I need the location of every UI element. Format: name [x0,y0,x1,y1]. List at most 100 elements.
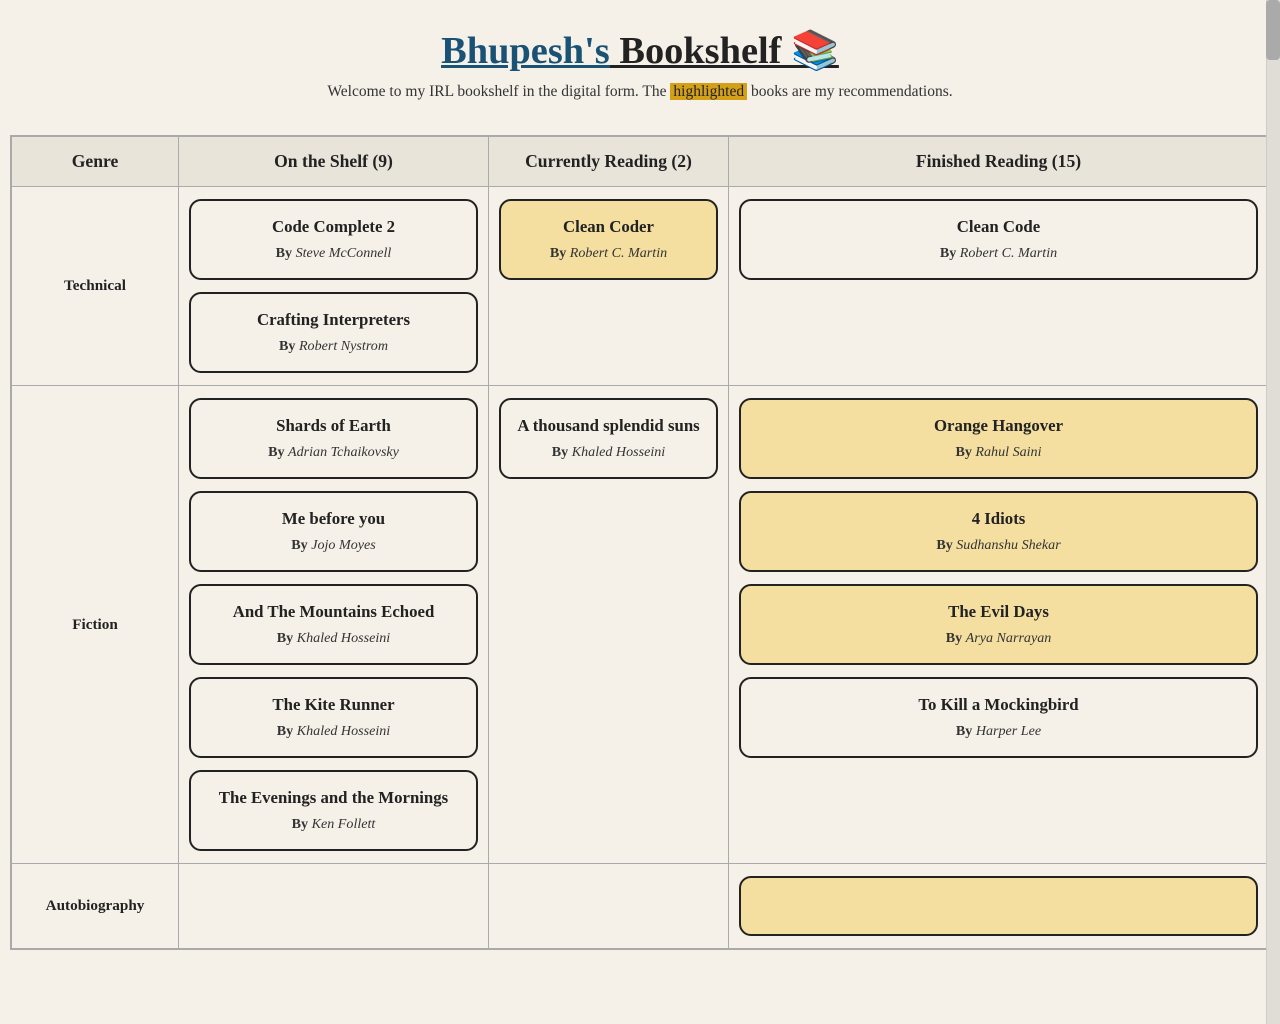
book-card: Me before you By Jojo Moyes [189,491,478,572]
current-cell [489,864,729,949]
scrollbar-track[interactable] [1266,0,1280,950]
book-author: By Jojo Moyes [205,537,462,554]
author-name: Adrian Tchaikovsky [288,444,399,460]
book-card: Code Complete 2 By Steve McConnell [189,199,478,280]
book-title: To Kill a Mockingbird [755,695,1242,715]
book-author: By Harper Lee [755,723,1242,740]
book-title: The Evenings and the Mornings [205,788,462,808]
book-card: Clean Coder By Robert C. Martin [499,199,718,280]
bookshelf-table: Genre On the Shelf (9) Currently Reading… [11,136,1269,949]
author-name: Khaled Hosseini [297,723,390,739]
book-title: The Evil Days [755,602,1242,622]
by-label: By [279,338,299,354]
author-name: Khaled Hosseini [572,444,665,460]
book-author: By Khaled Hosseini [515,444,702,461]
author-name: Sudhanshu Shekar [956,537,1060,553]
book-title: Crafting Interpreters [205,310,462,330]
book-card: The Evenings and the Mornings By Ken Foll… [189,770,478,851]
book-title: Clean Code [755,217,1242,237]
shelf-cell [179,864,489,949]
book-author: By Khaled Hosseini [205,630,462,647]
by-label: By [550,245,570,261]
book-card: Shards of Earth By Adrian Tchaikovsky [189,398,478,479]
author-name: Harper Lee [976,723,1041,739]
book-author: By Robert C. Martin [515,245,702,262]
subtitle-before: Welcome to my IRL bookshelf in the digit… [327,83,670,100]
book-card: A thousand splendid suns By Khaled Hossei… [499,398,718,479]
book-author: By Ken Follett [205,816,462,833]
book-author: By Sudhanshu Shekar [755,537,1242,554]
book-title: Clean Coder [515,217,702,237]
book-author: By Adrian Tchaikovsky [205,444,462,461]
by-label: By [956,723,976,739]
author-name: Robert Nystrom [299,338,388,354]
subtitle-after: books are my recommendations. [747,83,953,100]
genre-cell: Technical [12,187,179,386]
by-label: By [955,444,975,460]
book-card: Clean Code By Robert C. Martin [739,199,1258,280]
by-label: By [940,245,960,261]
bookshelf-table-wrapper: Genre On the Shelf (9) Currently Reading… [10,135,1270,950]
book-title: Code Complete 2 [205,217,462,237]
genre-cell: Autobiography [12,864,179,949]
book-card: Orange Hangover By Rahul Saini [739,398,1258,479]
page-title: Bhupesh's Bookshelf 📚 [0,28,1280,73]
subtitle-highlight: highlighted [670,83,747,100]
finished-cell: Orange Hangover By Rahul Saini 4 Idiots By … [729,386,1269,864]
finished-cell [729,864,1269,949]
col-header-genre: Genre [12,137,179,187]
by-label: By [292,816,312,832]
book-title: Shards of Earth [205,416,462,436]
book-author: By Steve McConnell [205,245,462,262]
book-title: The Kite Runner [205,695,462,715]
table-row: Technical Code Complete 2 By Steve McConne… [12,187,1269,386]
book-author: By Khaled Hosseini [205,723,462,740]
book-card: To Kill a Mockingbird By Harper Lee [739,677,1258,758]
by-label: By [936,537,956,553]
current-cell: Clean Coder By Robert C. Martin [489,187,729,386]
book-card: The Evil Days By Arya Narrayan [739,584,1258,665]
subtitle: Welcome to my IRL bookshelf in the digit… [0,83,1280,101]
book-author: By Robert C. Martin [755,245,1242,262]
genre-cell: Fiction [12,386,179,864]
author-name: Robert C. Martin [960,245,1057,261]
by-label: By [291,537,311,553]
author-name: Jojo Moyes [311,537,376,553]
title-name: Bhupesh's [441,30,610,72]
book-author: By Arya Narrayan [755,630,1242,647]
scrollbar-thumb[interactable] [1266,0,1280,60]
author-name: Khaled Hosseini [297,630,390,646]
book-author: By Rahul Saini [755,444,1242,461]
book-title: 4 Idiots [755,509,1242,529]
book-title: And The Mountains Echoed [205,602,462,622]
col-header-finished: Finished Reading (15) [729,137,1269,187]
table-row: Fiction Shards of Earth By Adrian Tchaikov… [12,386,1269,864]
book-card: The Kite Runner By Khaled Hosseini [189,677,478,758]
book-title: Orange Hangover [755,416,1242,436]
by-label: By [277,723,297,739]
by-label: By [268,444,288,460]
by-label: By [277,630,297,646]
col-header-shelf: On the Shelf (9) [179,137,489,187]
col-header-current: Currently Reading (2) [489,137,729,187]
book-card: And The Mountains Echoed By Khaled Hossei… [189,584,478,665]
book-author: By Robert Nystrom [205,338,462,355]
finished-cell: Clean Code By Robert C. Martin [729,187,1269,386]
by-label: By [276,245,296,261]
shelf-cell: Shards of Earth By Adrian Tchaikovsky Me b… [179,386,489,864]
author-name: Rahul Saini [975,444,1041,460]
author-name: Robert C. Martin [570,245,667,261]
shelf-cell: Code Complete 2 By Steve McConnell Craftin… [179,187,489,386]
by-label: By [946,630,966,646]
title-rest: Bookshelf 📚 [610,30,839,72]
page-header: Bhupesh's Bookshelf 📚 Welcome to my IRL … [0,0,1280,117]
book-card: 4 Idiots By Sudhanshu Shekar [739,491,1258,572]
author-name: Steve McConnell [296,245,392,261]
by-label: By [552,444,572,460]
author-name: Arya Narrayan [966,630,1052,646]
book-title: Me before you [205,509,462,529]
book-title: A thousand splendid suns [515,416,702,436]
book-card: Crafting Interpreters By Robert Nystrom [189,292,478,373]
table-row: Autobiography [12,864,1269,949]
book-card [739,876,1258,936]
